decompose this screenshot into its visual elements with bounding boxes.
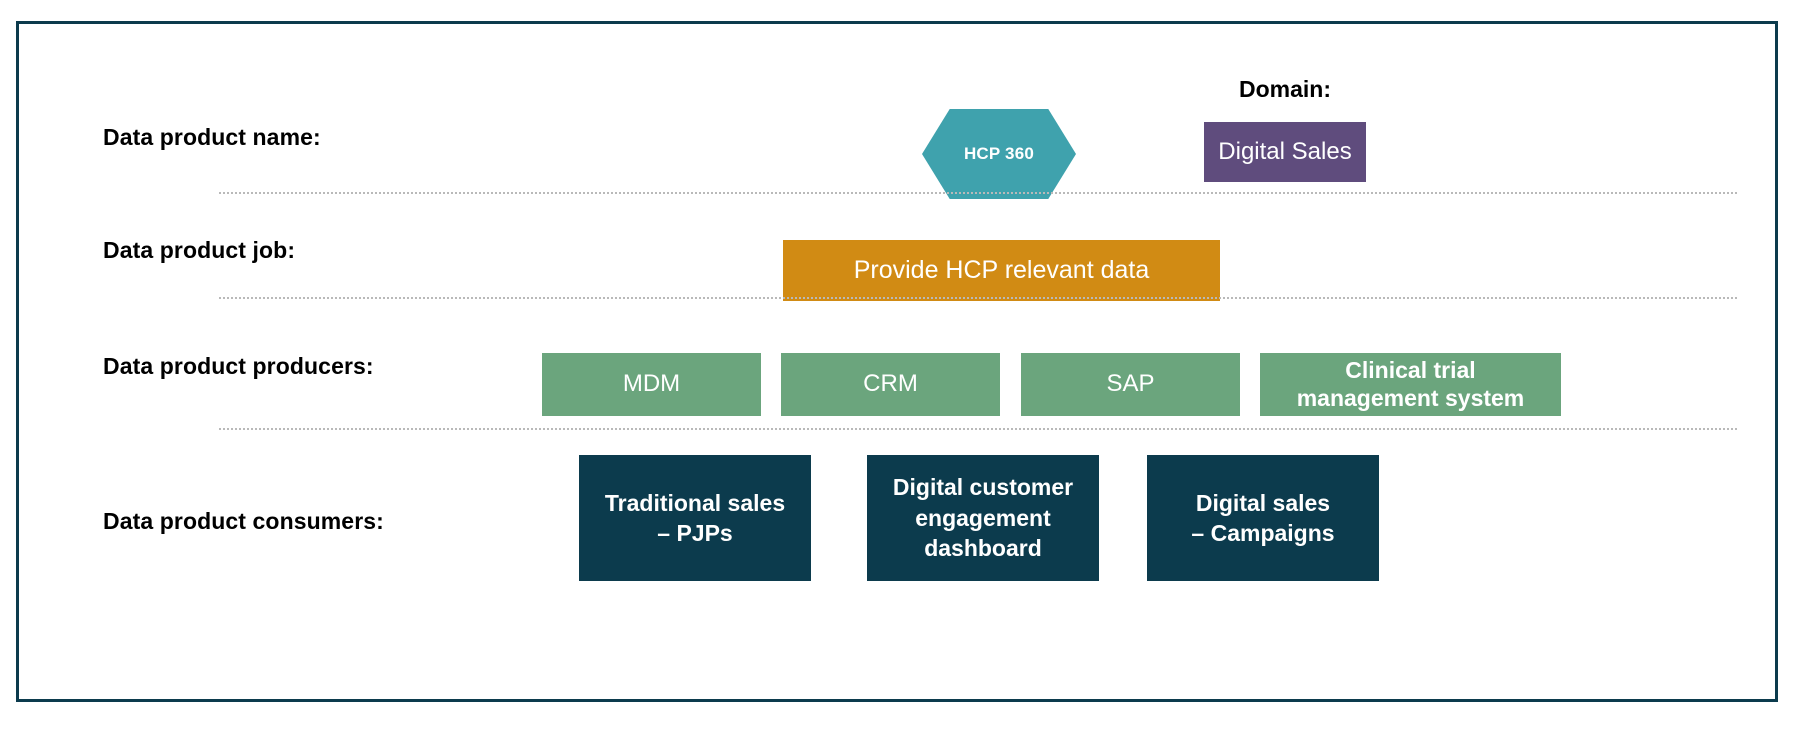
data-product-job-text: Provide HCP relevant data [853, 256, 1150, 284]
producer-label-clinical-trial-line1: Clinical trial [1345, 356, 1476, 383]
data-product-job-box[interactable]: Provide HCP relevant data [783, 240, 1220, 301]
producer-box-mdm[interactable]: MDM [542, 353, 761, 416]
producer-box-clinical-trial-management-system[interactable]: Clinical trial management system [1260, 353, 1561, 416]
producer-label-crm: CRM [863, 370, 918, 398]
row-separator-3 [219, 428, 1737, 430]
consumer-label-traditional-sales: Traditional sales – PJPs [605, 488, 785, 549]
consumer-label-digital-sales-campaigns-line2: – Campaigns [1191, 520, 1335, 546]
data-product-hexagon[interactable]: HCP 360 [922, 109, 1076, 199]
row-label-data-product-name: Data product name: [103, 124, 321, 150]
consumer-label-digital-customer-engagement-line2: engagement [915, 504, 1051, 531]
consumer-label-digital-customer-engagement-line3: dashboard [924, 535, 1042, 562]
producer-label-clinical-trial-line2: management system [1296, 384, 1525, 411]
producer-label-clinical-trial: Clinical trial management system [1297, 357, 1525, 412]
consumer-box-traditional-sales-pjps[interactable]: Traditional sales – PJPs [579, 455, 811, 581]
producer-box-sap[interactable]: SAP [1021, 353, 1240, 416]
row-separator-1 [219, 192, 1737, 194]
row-label-data-product-consumers: Data product consumers: [103, 508, 384, 534]
consumer-box-digital-customer-engagement-dashboard[interactable]: Digital customer engagement dashboard [867, 455, 1099, 581]
consumer-label-digital-customer-engagement-line1: Digital customer [892, 474, 1074, 501]
row-label-data-product-producers: Data product producers: [103, 353, 374, 379]
domain-badge-text: Digital Sales [1218, 138, 1352, 165]
consumer-box-digital-sales-campaigns[interactable]: Digital sales – Campaigns [1147, 455, 1379, 581]
consumer-label-traditional-sales-line2: – PJPs [657, 520, 733, 546]
row-label-data-product-job: Data product job: [103, 237, 296, 263]
producer-label-mdm: MDM [622, 370, 681, 398]
consumer-label-digital-sales-campaigns: Digital sales – Campaigns [1191, 488, 1334, 549]
domain-label: Domain: [1239, 76, 1331, 102]
diagram-frame: Data product name: HCP 360 Domain: Digit… [16, 21, 1778, 702]
producer-box-crm[interactable]: CRM [781, 353, 1000, 416]
consumer-label-traditional-sales-line1: Traditional sales [604, 489, 786, 516]
data-product-name-text: HCP 360 [963, 144, 1035, 163]
consumer-label-digital-sales-campaigns-line1: Digital sales [1195, 489, 1331, 516]
consumer-label-digital-customer-engagement: Digital customer engagement dashboard [893, 472, 1073, 563]
domain-badge[interactable]: Digital Sales [1204, 122, 1366, 182]
diagram-canvas: Data product name: HCP 360 Domain: Digit… [0, 0, 1801, 730]
row-separator-2 [219, 297, 1737, 299]
producer-label-sap: SAP [1106, 370, 1155, 398]
